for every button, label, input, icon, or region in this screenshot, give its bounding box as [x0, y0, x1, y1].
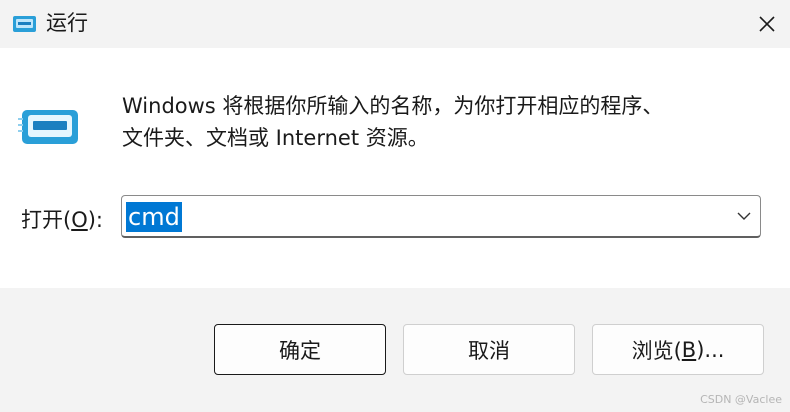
- cancel-button[interactable]: 取消: [403, 324, 575, 375]
- run-icon: [13, 16, 36, 32]
- title-bar: 运行: [0, 0, 790, 48]
- watermark: CSDN @Vaclee: [700, 393, 782, 406]
- close-icon: [759, 16, 775, 32]
- description-line: 文件夹、文档或 Internet 资源。: [122, 126, 429, 150]
- button-bar: 确定 取消 浏览(B)... CSDN @Vaclee: [0, 288, 790, 412]
- run-program-icon: [18, 110, 78, 144]
- description-line: Windows 将根据你所输入的名称，为你打开相应的程序、: [122, 94, 664, 118]
- chevron-down-icon[interactable]: [736, 209, 752, 223]
- browse-accelerator-key: B: [681, 337, 697, 362]
- description-text: Windows 将根据你所输入的名称，为你打开相应的程序、 文件夹、文档或 In…: [122, 90, 762, 154]
- close-button[interactable]: [744, 0, 790, 48]
- browse-button[interactable]: 浏览(B)...: [592, 324, 764, 375]
- dialog-content: Windows 将根据你所输入的名称，为你打开相应的程序、 文件夹、文档或 In…: [0, 48, 790, 288]
- ok-button[interactable]: 确定: [214, 324, 386, 375]
- window-title: 运行: [46, 11, 88, 35]
- open-input[interactable]: cmd: [126, 202, 182, 232]
- open-accelerator-key: O: [71, 208, 88, 232]
- open-combobox[interactable]: cmd: [121, 195, 761, 238]
- open-label: 打开(O):: [21, 208, 104, 232]
